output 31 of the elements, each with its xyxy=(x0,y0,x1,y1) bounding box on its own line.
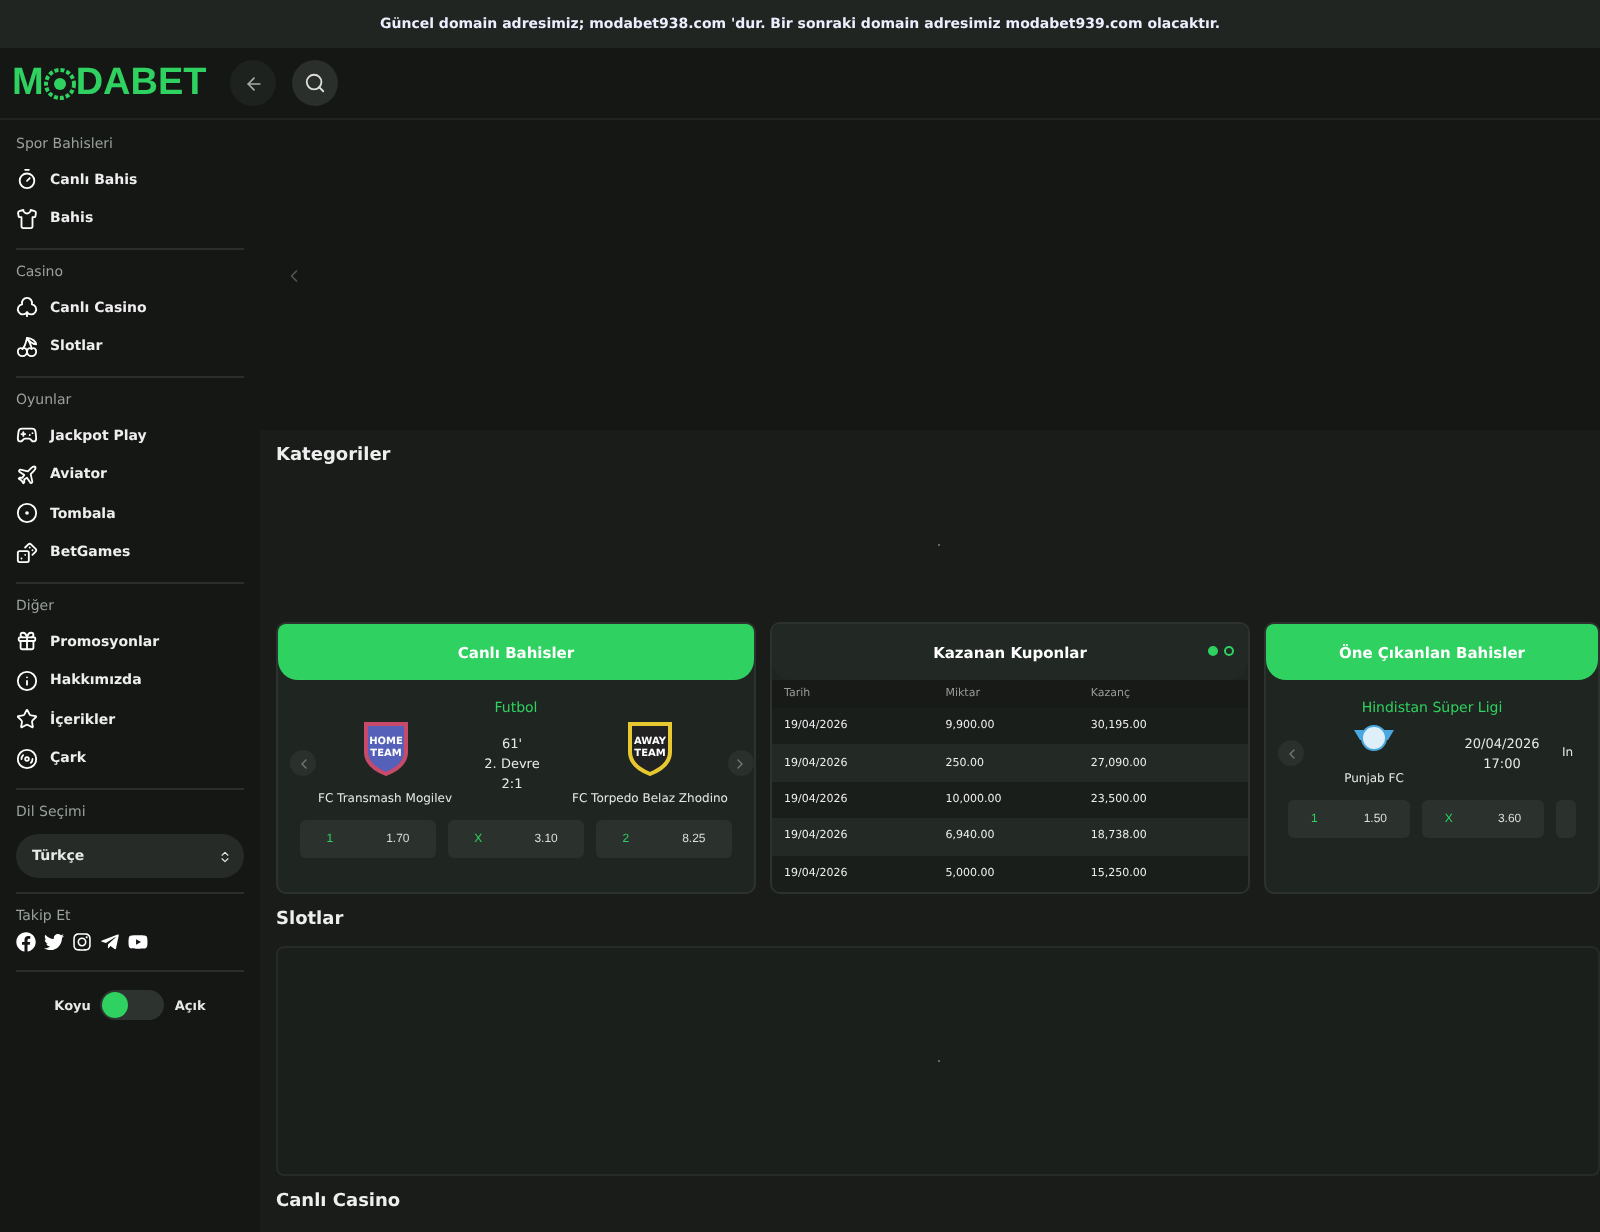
pager-dot[interactable] xyxy=(1224,646,1234,656)
roulette-icon xyxy=(43,67,76,99)
club-icon xyxy=(16,296,38,319)
telegram-icon[interactable] xyxy=(100,932,120,952)
star-icon xyxy=(16,708,38,731)
instagram-icon[interactable] xyxy=(72,932,92,952)
ball-icon xyxy=(16,502,38,525)
dice-icon xyxy=(16,541,38,564)
gamepad-icon xyxy=(16,424,38,447)
stopwatch-icon xyxy=(16,168,38,191)
search-icon xyxy=(304,72,327,94)
info-icon xyxy=(16,669,38,692)
logo[interactable]: M DABET xyxy=(12,61,207,105)
youtube-icon[interactable] xyxy=(128,932,148,952)
team-logo xyxy=(1350,720,1398,756)
shirt-icon xyxy=(16,207,38,230)
section-heading: Canlı Casino xyxy=(276,1192,403,1212)
section-heading: Kategoriler xyxy=(276,446,393,466)
cherry-icon xyxy=(16,335,38,358)
pager-dot[interactable] xyxy=(1208,646,1218,656)
gift-icon xyxy=(16,630,38,653)
search-button[interactable] xyxy=(292,60,339,106)
wheel-icon xyxy=(16,747,38,770)
updown-icon xyxy=(218,849,232,863)
plane-icon xyxy=(16,463,38,486)
theme-switch[interactable] xyxy=(100,990,165,1020)
back-button[interactable] xyxy=(230,60,277,106)
facebook-icon[interactable] xyxy=(16,932,36,952)
back-arrow-icon xyxy=(243,73,264,93)
twitter-icon[interactable] xyxy=(44,932,64,952)
section-heading: Slotlar xyxy=(276,910,346,930)
